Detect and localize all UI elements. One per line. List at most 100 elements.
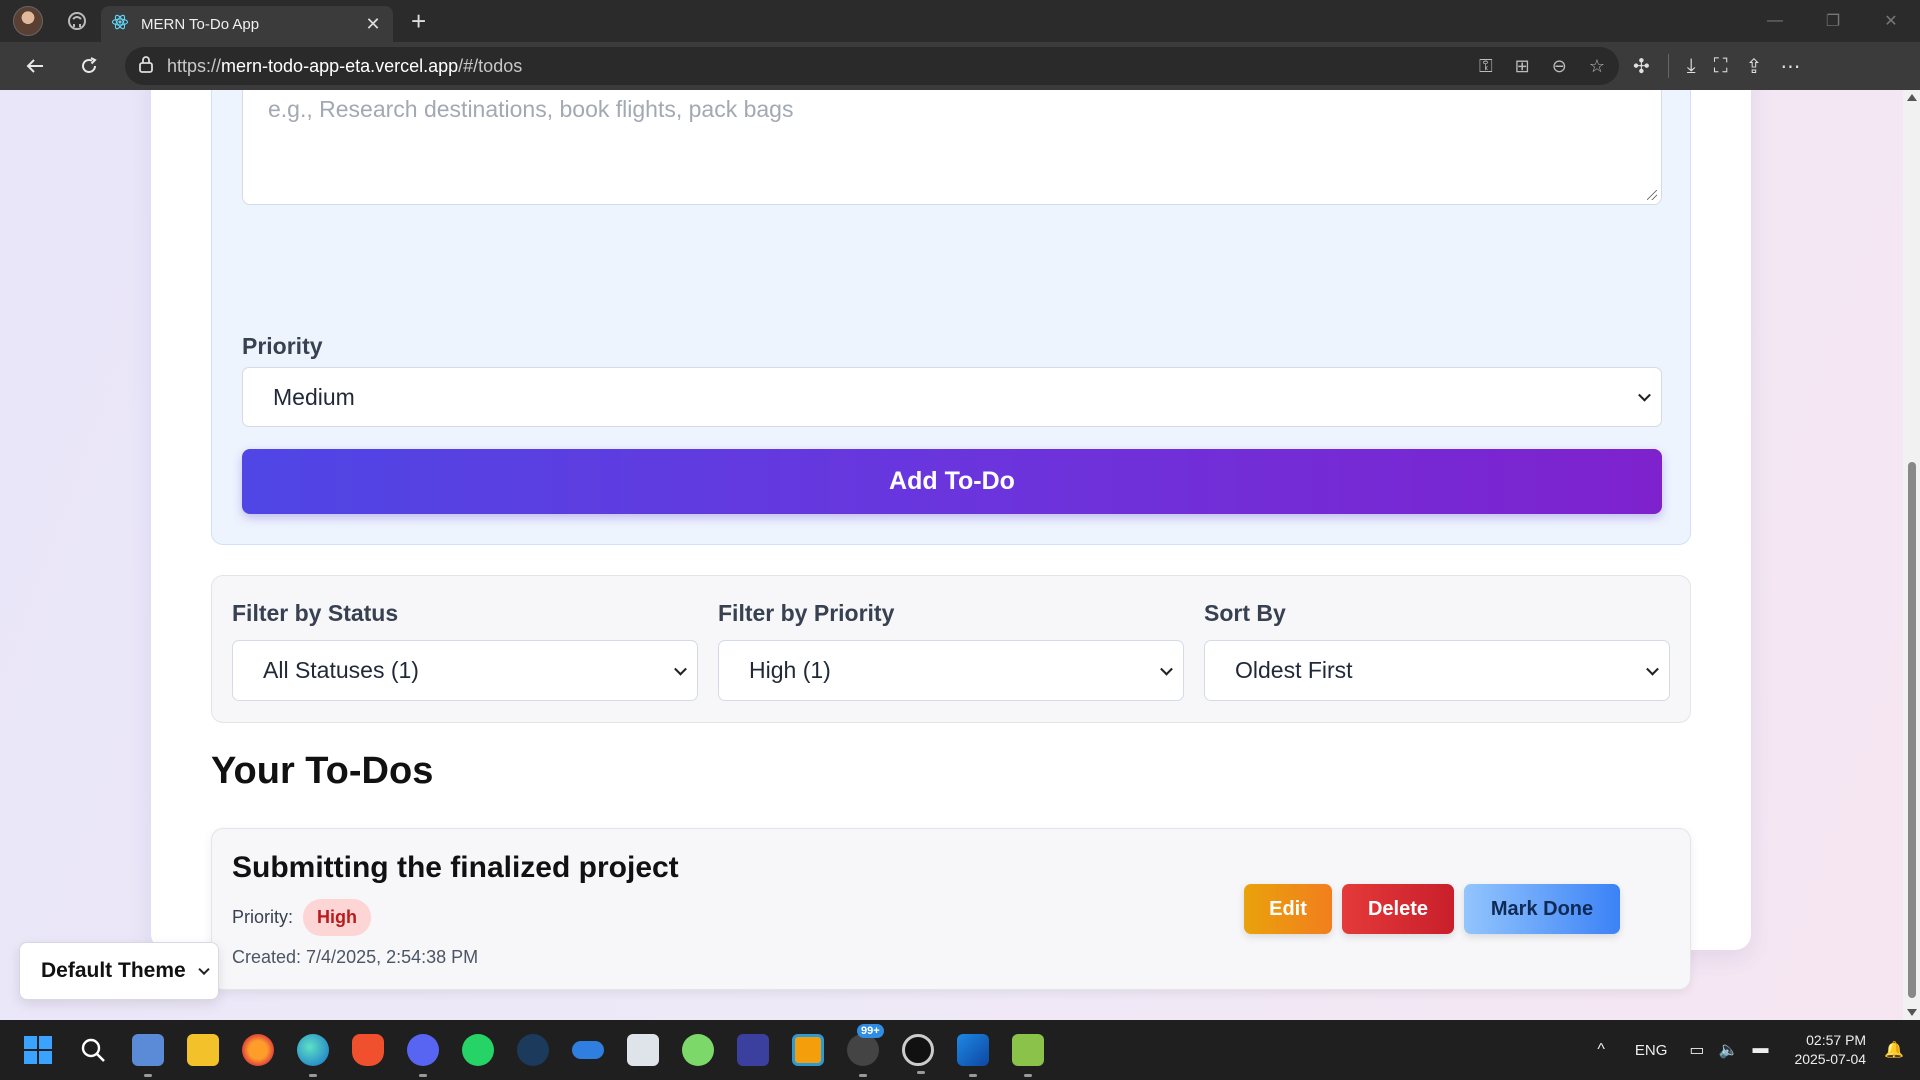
chevron-down-icon [1160,662,1173,676]
sort-by-label: Sort By [1204,600,1286,626]
brave-icon[interactable] [352,1034,384,1066]
add-todo-button[interactable]: Add To-Do [242,449,1662,514]
priority-filter-select[interactable]: High (1) [718,640,1184,701]
system-tray: ^ ENG ▭ 🔈 ▬ 02:57 PM 2025-07-04 🔔 [1597,1020,1920,1080]
filter-priority-label: Filter by Priority [718,600,895,626]
todo-title: Submitting the finalized project [232,851,679,884]
volume-icon[interactable]: 🔈 [1719,1040,1739,1060]
green-app-icon[interactable] [682,1034,714,1066]
filter-status-label: Filter by Status [232,600,399,626]
more-menu-icon[interactable]: ⋯ [1780,54,1800,79]
priority-prefix: Priority: [232,907,294,927]
add-todo-form: e.g., Research destinations, book flight… [211,90,1691,545]
key-icon[interactable]: ⚿ [1479,56,1493,77]
page-scrollbar[interactable] [1903,90,1920,1020]
toolbar-divider [1667,54,1669,78]
address-bar[interactable]: https://mern-todo-app-eta.vercel.app/#/t… [125,47,1619,85]
theme-select[interactable]: Default Theme [19,942,219,1000]
new-tab-button[interactable]: + [411,8,426,34]
page-viewport: e.g., Research destinations, book flight… [0,90,1903,1020]
mark-done-button[interactable]: Mark Done [1464,884,1620,934]
chevron-down-icon [1646,662,1659,676]
resize-grip-icon[interactable] [1647,190,1657,200]
star-icon[interactable]: ☆ [1589,56,1605,77]
windows-taskbar: 99+ ^ ENG ▭ 🔈 ▬ 02:57 PM 2025-07-04 🔔 [0,1020,1920,1080]
edit-button[interactable]: Edit [1244,884,1332,934]
whatsapp-icon[interactable] [462,1034,494,1066]
profile-avatar[interactable] [13,6,43,36]
chevron-down-icon [198,963,210,976]
url-path: /#/todos [458,55,523,76]
search-icon[interactable] [77,1034,109,1066]
sort-select[interactable]: Oldest First [1204,640,1670,701]
firefox-icon[interactable] [242,1034,274,1066]
todo-priority-row: Priority: High [232,899,372,936]
todo-item: Submitting the finalized project Priorit… [211,828,1691,990]
theme-select-value: Default Theme [41,959,186,982]
github-tab-icon[interactable] [63,7,91,35]
screenshot-icon[interactable]: ⛶ [1714,55,1728,78]
network-icon[interactable]: ▭ [1689,1040,1704,1060]
status-filter-value: All Statuses (1) [263,657,419,683]
priority-select-value: Medium [273,383,355,410]
chevron-up-icon[interactable]: ^ [1597,1041,1605,1059]
tab-close-icon[interactable]: ✕ [363,14,383,35]
battery-icon[interactable]: ▬ [1752,1040,1768,1060]
sort-select-value: Oldest First [1235,657,1353,683]
refresh-icon[interactable] [67,48,111,84]
todos-heading: Your To-Dos [211,750,434,792]
restore-icon[interactable]: ❐ [1804,0,1862,42]
windows-start-icon[interactable] [22,1034,54,1066]
tab-title: MERN To-Do App [141,15,260,33]
system-clock[interactable]: 02:57 PM 2025-07-04 [1794,1031,1866,1069]
clock-date: 2025-07-04 [1794,1051,1867,1067]
scroll-up-icon[interactable] [1907,94,1917,101]
photos-app-icon[interactable] [132,1034,164,1077]
minimize-icon[interactable]: — [1746,0,1804,42]
delete-button[interactable]: Delete [1342,884,1454,934]
created-timestamp: Created: 7/4/2025, 2:54:38 PM [232,947,479,967]
scroll-down-icon[interactable] [1907,1009,1917,1016]
copy-app-icon[interactable] [792,1034,824,1066]
priority-badge: High [303,899,372,936]
share-icon[interactable]: ⇪ [1746,54,1763,79]
priority-select[interactable]: Medium [242,367,1662,427]
priority-label: Priority [242,333,323,359]
notification-bell-icon[interactable]: 🔔 [1884,1040,1904,1060]
chevron-down-icon [1638,388,1651,402]
discord-icon[interactable] [407,1034,439,1077]
notification-badge: 99+ [857,1024,884,1038]
browser-tab-strip: MERN To-Do App ✕ + — ❐ ✕ [0,0,1920,42]
clock-app-icon[interactable] [902,1034,934,1074]
active-tab[interactable]: MERN To-Do App ✕ [101,6,393,42]
clock-time: 02:57 PM [1806,1032,1867,1048]
close-window-icon[interactable]: ✕ [1862,0,1920,42]
notepad-icon[interactable] [627,1034,659,1066]
extensions-icon[interactable]: ✣ [1633,54,1650,79]
filter-panel: Filter by Status All Statuses (1) Filter… [211,575,1691,723]
vscode-icon[interactable] [957,1034,989,1077]
chat-app-icon[interactable]: 99+ [847,1024,884,1077]
description-placeholder: e.g., Research destinations, book flight… [268,96,794,122]
language-indicator[interactable]: ENG [1635,1042,1668,1059]
file-explorer-icon[interactable] [187,1034,219,1066]
steam-icon[interactable] [517,1034,549,1066]
image-editor-icon[interactable] [1012,1034,1044,1077]
lock-icon[interactable] [139,55,153,78]
priority-filter-value: High (1) [749,657,831,683]
edge-icon[interactable] [297,1034,329,1077]
url-host: mern-todo-app-eta.vercel.app [221,55,459,76]
apps-icon[interactable]: ⊞ [1515,56,1530,77]
app-card: e.g., Research destinations, book flight… [151,90,1751,990]
download-icon[interactable]: ⤓ [1687,55,1696,78]
scrollbar-thumb[interactable] [1908,462,1916,998]
zoom-out-icon[interactable]: ⊖ [1552,56,1567,77]
url-text[interactable]: https://mern-todo-app-eta.vercel.app/#/t… [167,56,1479,77]
status-filter-select[interactable]: All Statuses (1) [232,640,698,701]
description-textarea[interactable]: e.g., Research destinations, book flight… [242,90,1662,205]
gamepad-app-icon[interactable] [572,1041,604,1059]
back-arrow-icon[interactable] [13,48,57,84]
react-icon [111,13,129,35]
blue-app-icon[interactable] [737,1034,769,1066]
url-scheme: https:// [167,55,222,76]
